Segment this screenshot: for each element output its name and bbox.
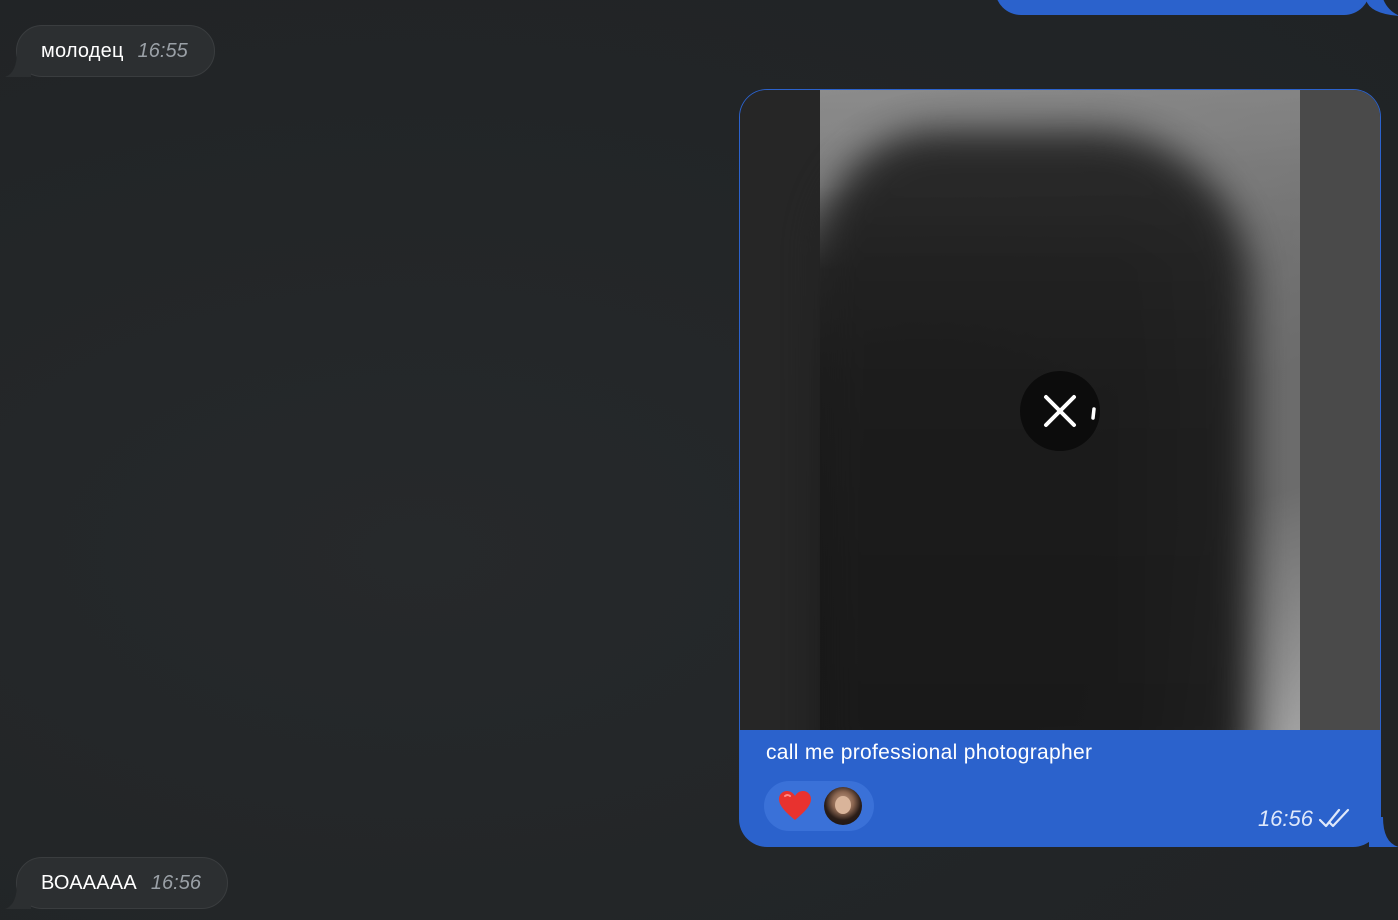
cancel-download-button[interactable] bbox=[1020, 371, 1100, 451]
message-meta: 16:56 bbox=[1258, 806, 1351, 832]
bubble-tail-icon bbox=[1369, 817, 1398, 847]
incoming-message[interactable]: молодец 16:55 bbox=[5, 25, 215, 77]
reaction-pill[interactable] bbox=[764, 781, 874, 831]
bubble-tail-icon bbox=[1366, 0, 1398, 16]
double-check-icon bbox=[1319, 808, 1350, 828]
photo-letterbox-right bbox=[1300, 90, 1380, 730]
message-time: 16:55 bbox=[137, 39, 188, 62]
incoming-message[interactable]: ВОААААА 16:56 bbox=[5, 857, 228, 909]
bubble-tail-icon bbox=[5, 51, 31, 77]
bubble-tail-icon bbox=[5, 883, 31, 909]
photo-preview[interactable] bbox=[740, 90, 1380, 730]
heart-icon bbox=[779, 791, 811, 820]
message-text: ВОААААА bbox=[41, 871, 137, 894]
chat-view: молодец 16:55 call me professional photo… bbox=[0, 0, 1398, 920]
message-text: молодец bbox=[41, 39, 124, 62]
outgoing-media-message[interactable]: call me professional photographer 16:56 bbox=[739, 89, 1398, 847]
message-caption: call me professional photographer bbox=[766, 741, 1093, 764]
message-time: 16:56 bbox=[150, 871, 201, 894]
message-time: 16:56 bbox=[1257, 806, 1313, 831]
photo-letterbox-left bbox=[740, 90, 820, 730]
avatar[interactable] bbox=[824, 787, 862, 825]
previous-outgoing-bubble[interactable] bbox=[995, 0, 1370, 15]
close-icon bbox=[1044, 395, 1096, 427]
